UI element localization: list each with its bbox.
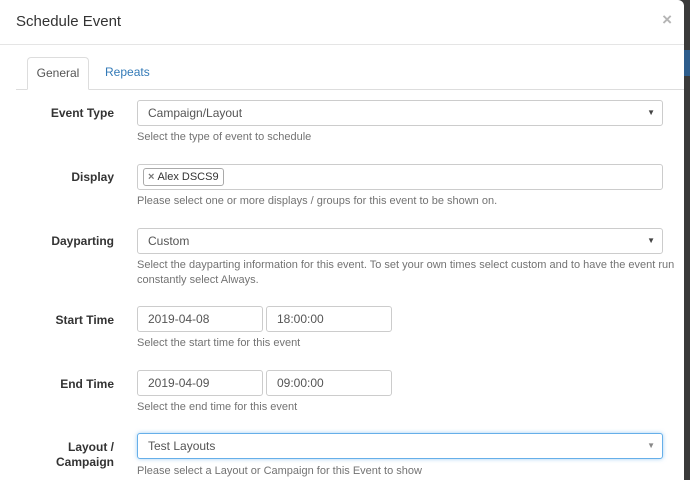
layout-campaign-label-line2: Campaign	[55, 455, 114, 469]
modal-title: Schedule Event	[16, 13, 122, 30]
close-icon[interactable]: ×	[662, 10, 672, 30]
layout-campaign-help: Please select a Layout or Campaign for t…	[137, 465, 422, 477]
dayparting-label: Dayparting	[51, 234, 114, 248]
display-tag-label: Alex DSCS9	[157, 171, 219, 183]
display-tag: × Alex DSCS9	[143, 168, 224, 186]
chevron-down-icon: ▼	[647, 441, 655, 450]
layout-campaign-value: Test Layouts	[148, 439, 216, 453]
end-time-input[interactable]: 09:00:00	[266, 370, 392, 396]
layout-campaign-label-line1: Layout /	[67, 440, 114, 454]
dayparting-help-line1: Select the dayparting information for th…	[137, 259, 675, 271]
event-type-help: Select the type of event to schedule	[137, 131, 312, 143]
chevron-down-icon: ▼	[647, 236, 655, 245]
remove-tag-icon[interactable]: ×	[148, 171, 154, 183]
background-page-strip	[684, 50, 690, 76]
modal-header: Schedule Event ×	[0, 0, 684, 45]
start-time-input[interactable]: 18:00:00	[266, 306, 392, 332]
schedule-event-modal: Schedule Event × General Repeats Event T…	[0, 0, 684, 480]
tab-bar: General Repeats	[16, 57, 684, 90]
dayparting-value: Custom	[148, 234, 190, 248]
event-type-select[interactable]: Campaign/Layout ▼	[137, 100, 663, 126]
layout-campaign-select[interactable]: Test Layouts ▼	[137, 433, 663, 459]
event-type-value: Campaign/Layout	[148, 106, 243, 120]
dayparting-help-line2: constantly select Always.	[137, 274, 259, 286]
dayparting-select[interactable]: Custom ▼	[137, 228, 663, 254]
end-time-help: Select the end time for this event	[137, 401, 298, 413]
start-date-input[interactable]: 2019-04-08	[137, 306, 263, 332]
event-type-label: Event Type	[50, 106, 114, 120]
start-time-label: Start Time	[55, 313, 114, 327]
display-multiselect[interactable]: × Alex DSCS9	[137, 164, 663, 190]
start-time-help: Select the start time for this event	[137, 337, 301, 349]
display-label: Display	[71, 170, 114, 184]
chevron-down-icon: ▼	[647, 108, 655, 117]
end-time-label: End Time	[60, 377, 114, 391]
tab-repeats[interactable]: Repeats	[93, 57, 162, 88]
tab-general[interactable]: General	[27, 57, 89, 90]
end-date-input[interactable]: 2019-04-09	[137, 370, 263, 396]
display-help: Please select one or more displays / gro…	[137, 195, 498, 207]
